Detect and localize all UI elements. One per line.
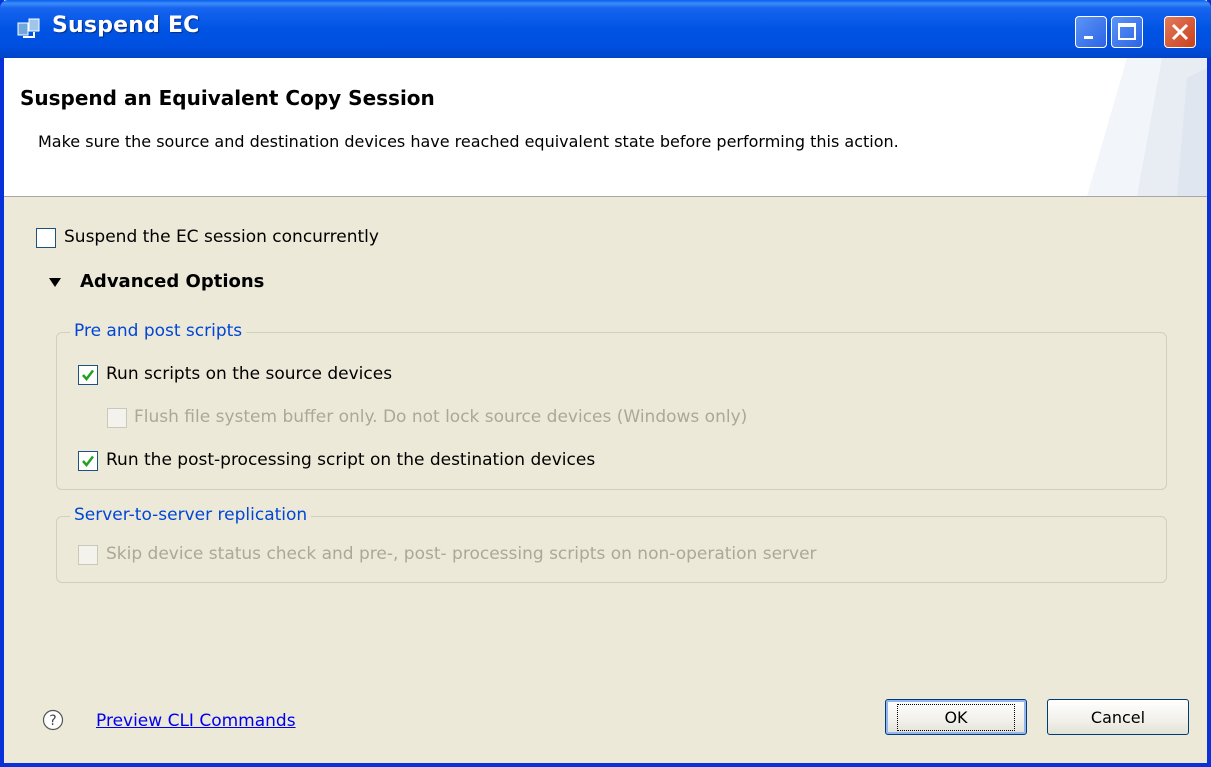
help-icon[interactable]: ? bbox=[42, 709, 64, 731]
preview-cli-link[interactable]: Preview CLI Commands bbox=[96, 711, 296, 731]
expand-arrow-icon[interactable] bbox=[48, 277, 62, 289]
dialog-header: Suspend an Equivalent Copy Session Make … bbox=[4, 58, 1207, 197]
flush-only-label: Flush file system buffer only. Do not lo… bbox=[134, 407, 748, 427]
run-post-checkbox[interactable] bbox=[78, 451, 98, 471]
checkmark-icon bbox=[82, 369, 94, 381]
maximize-icon bbox=[1118, 23, 1136, 40]
close-button[interactable] bbox=[1164, 16, 1196, 48]
title-bar[interactable]: Suspend EC bbox=[0, 0, 1211, 58]
concurrent-checkbox[interactable] bbox=[36, 228, 56, 248]
header-title: Suspend an Equivalent Copy Session bbox=[20, 86, 435, 110]
advanced-options-toggle[interactable]: Advanced Options bbox=[80, 271, 264, 292]
header-decoration bbox=[1087, 58, 1207, 196]
minimize-button[interactable] bbox=[1075, 16, 1107, 48]
minimize-icon bbox=[1084, 36, 1093, 39]
skip-check-label: Skip device status check and pre-, post-… bbox=[106, 544, 817, 564]
maximize-button[interactable] bbox=[1111, 16, 1143, 48]
header-description: Make sure the source and destination dev… bbox=[38, 132, 899, 151]
cancel-button[interactable]: Cancel bbox=[1047, 699, 1189, 735]
window-title: Suspend EC bbox=[52, 13, 200, 38]
run-post-label: Run the post-processing script on the de… bbox=[106, 450, 596, 470]
ok-button-label: OK bbox=[897, 703, 1015, 731]
app-icon bbox=[17, 18, 40, 38]
skip-check-checkbox[interactable] bbox=[78, 545, 98, 565]
dialog-window: Suspend EC Suspend an Equivalent Copy Se… bbox=[0, 0, 1211, 767]
replication-group-title: Server-to-server replication bbox=[70, 505, 312, 525]
svg-text:?: ? bbox=[49, 713, 56, 729]
checkmark-icon bbox=[82, 455, 94, 467]
concurrent-label: Suspend the EC session concurrently bbox=[64, 227, 379, 247]
run-source-checkbox[interactable] bbox=[78, 365, 98, 385]
scripts-group-title: Pre and post scripts bbox=[70, 321, 247, 341]
run-source-label: Run scripts on the source devices bbox=[106, 364, 393, 384]
flush-only-checkbox[interactable] bbox=[107, 408, 127, 428]
ok-button[interactable]: OK bbox=[885, 699, 1027, 735]
close-icon bbox=[1171, 23, 1189, 41]
